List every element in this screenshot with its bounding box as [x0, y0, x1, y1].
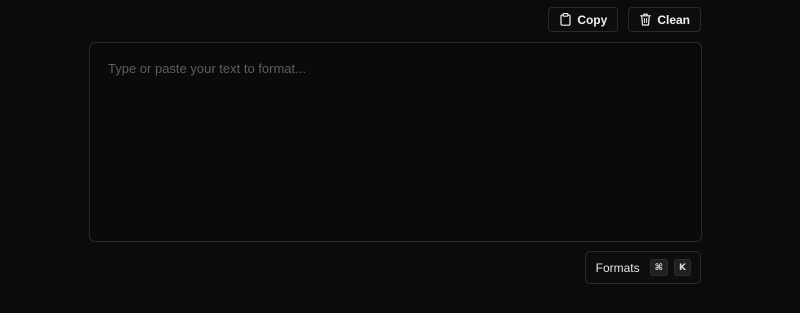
text-input[interactable] [90, 43, 701, 241]
copy-button-label: Copy [577, 12, 608, 27]
trash-icon [639, 13, 651, 26]
formats-label: Formats [595, 260, 640, 275]
clean-button[interactable]: Clean [628, 7, 701, 32]
clipboard-icon [559, 13, 571, 26]
k-key-badge: K [674, 259, 691, 276]
formatter-page: Copy Clean Formats ⌘ K [0, 0, 800, 313]
formats-button[interactable]: Formats ⌘ K [584, 251, 701, 284]
copy-button[interactable]: Copy [548, 7, 619, 32]
text-editor [89, 42, 702, 242]
clean-button-label: Clean [657, 12, 690, 27]
command-key-badge: ⌘ [649, 259, 668, 276]
toolbar: Copy Clean [548, 7, 701, 32]
